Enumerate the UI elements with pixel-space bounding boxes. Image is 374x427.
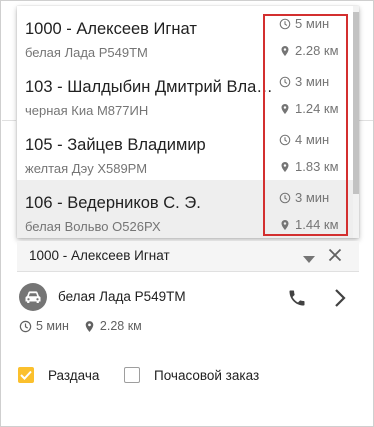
scrollbar-thumb[interactable] — [353, 12, 359, 194]
location-pin-icon — [279, 161, 291, 173]
driver-option-2[interactable]: 105 - Зайцев Владимир желтая Дэу Х589РМ … — [17, 122, 353, 180]
clock-icon — [279, 18, 291, 30]
eta-time: 3 мин — [279, 190, 329, 205]
hourly-checkbox-option[interactable]: Почасовой заказ — [124, 367, 259, 383]
chevron-right-icon[interactable] — [333, 288, 347, 313]
vehicle-eta: 5 мин 2.28 км — [19, 319, 142, 333]
eta-distance: 1.83 км — [279, 159, 339, 174]
app-window: 1000 - Алексеев Игнат белая Лада Р549ТМ … — [0, 0, 374, 427]
delivery-checkbox-option[interactable]: Раздача — [18, 367, 99, 383]
driver-name: 105 - Зайцев Владимир — [25, 136, 206, 154]
eta-time-value: 5 мин — [295, 16, 330, 31]
dropdown-arrow-icon[interactable] — [303, 251, 315, 269]
driver-dropdown-list[interactable]: 1000 - Алексеев Игнат белая Лада Р549ТМ … — [17, 6, 359, 238]
eta-distance: 1.44 км — [279, 217, 339, 232]
driver-car: белая Лада Р549ТМ — [25, 45, 148, 60]
driver-select-value: 1000 - Алексеев Игнат — [29, 248, 170, 263]
delivery-label: Раздача — [48, 367, 100, 383]
eta-time: 4 мин — [279, 132, 329, 147]
vehicle-eta-time: 5 мин — [36, 319, 69, 333]
driver-name: 1000 - Алексеев Игнат — [25, 20, 197, 38]
location-pin-icon — [279, 45, 291, 57]
car-icon — [19, 283, 47, 311]
driver-select[interactable]: 1000 - Алексеев Игнат — [17, 241, 359, 272]
clock-icon — [279, 76, 291, 88]
vehicle-eta-distance: 2.28 км — [99, 319, 142, 333]
eta-time: 5 мин — [279, 16, 329, 31]
clock-icon — [279, 192, 291, 204]
vehicle-label: белая Лада Р549ТМ — [58, 289, 186, 304]
eta-distance-value: 2.28 км — [295, 43, 339, 58]
driver-car: черная Киа М877ИН — [25, 103, 149, 118]
eta-time: 3 мин — [279, 74, 329, 89]
eta-distance-value: 1.44 км — [295, 217, 339, 232]
dropdown-scrollbar[interactable] — [353, 6, 359, 238]
eta-time-value: 3 мин — [295, 190, 330, 205]
eta-distance-value: 1.24 км — [295, 101, 339, 116]
driver-option-3[interactable]: 106 - Ведерников С. Э. белая Вольво О526… — [17, 180, 353, 238]
eta-distance: 1.24 км — [279, 101, 339, 116]
driver-name: 106 - Ведерников С. Э. — [25, 194, 201, 212]
eta-distance: 2.28 км — [279, 43, 339, 58]
driver-name: 103 - Шалдыбин Дмитрий Вла… — [25, 78, 273, 96]
check-icon — [20, 370, 32, 380]
driver-car: белая Вольво О526РХ — [25, 219, 161, 234]
driver-option-0[interactable]: 1000 - Алексеев Игнат белая Лада Р549ТМ … — [17, 6, 353, 64]
driver-car: желтая Дэу Х589РМ — [25, 161, 148, 176]
clock-icon — [279, 134, 291, 146]
hourly-label: Почасовой заказ — [154, 367, 260, 383]
hourly-checkbox[interactable] — [124, 367, 140, 383]
clear-icon[interactable] — [328, 248, 342, 267]
divider — [357, 120, 373, 121]
clock-icon — [19, 320, 32, 333]
delivery-checkbox[interactable] — [18, 367, 34, 383]
phone-icon[interactable] — [287, 288, 307, 313]
driver-option-1[interactable]: 103 - Шалдыбин Дмитрий Вла… черная Киа М… — [17, 64, 353, 122]
location-pin-icon — [279, 219, 291, 231]
location-pin-icon — [83, 320, 96, 333]
location-pin-icon — [279, 103, 291, 115]
eta-distance-value: 1.83 км — [295, 159, 339, 174]
eta-time-value: 3 мин — [295, 74, 330, 89]
eta-time-value: 4 мин — [295, 132, 330, 147]
divider — [2, 120, 16, 121]
